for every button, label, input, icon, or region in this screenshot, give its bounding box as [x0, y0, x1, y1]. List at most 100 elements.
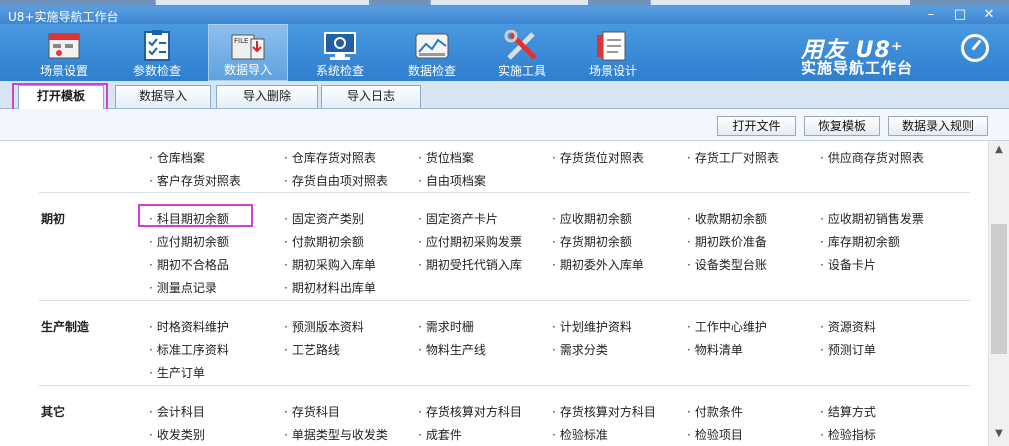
maximize-button[interactable]: □ — [949, 6, 971, 24]
template-item[interactable]: 付款条件 — [687, 403, 743, 420]
toolbar-label: 场景设置 — [39, 64, 88, 78]
template-item[interactable]: 期初材料出库单 — [284, 279, 376, 296]
template-item[interactable]: 期初受托代销入库 — [418, 256, 522, 273]
template-item[interactable]: 预测版本资料 — [284, 318, 364, 335]
template-item[interactable]: 付款期初余额 — [284, 233, 364, 250]
section-manufacturing: 生产制造 时格资料维护 预测版本资料 需求时栅 计划维护资料 工作中心维护 资源… — [39, 301, 970, 386]
template-item[interactable]: 工作中心维护 — [687, 318, 767, 335]
toolbar-label: 参数检查 — [132, 64, 181, 78]
toolbar-system-check[interactable]: 系统检查 — [300, 24, 380, 81]
scene-settings-icon — [48, 33, 80, 59]
template-item[interactable]: 需求时栅 — [418, 318, 474, 335]
window-title: U8+实施导航工作台 — [8, 10, 119, 24]
template-item[interactable]: 检验项目 — [687, 426, 743, 443]
template-item[interactable]: 测量点记录 — [149, 279, 217, 296]
data-check-icon — [415, 33, 449, 59]
template-item[interactable]: 成套件 — [418, 426, 462, 443]
template-item[interactable]: 设备类型台账 — [687, 256, 767, 273]
template-item[interactable]: 会计科目 — [149, 403, 205, 420]
template-item[interactable]: 应收期初销售发票 — [820, 210, 924, 227]
category-label: 生产制造 — [41, 320, 90, 334]
section-other: 其它 会计科目 存货科目 存货核算对方科目 存货核算对方科目 付款条件 结算方式… — [39, 386, 970, 446]
template-item[interactable]: 物料清单 — [687, 341, 743, 358]
template-item[interactable]: 库存期初余额 — [820, 233, 900, 250]
template-item[interactable]: 期初委外入库单 — [552, 256, 644, 273]
toolbar-label: 数据导入 — [223, 63, 272, 77]
toolbar-tools[interactable]: 实施工具 — [482, 24, 562, 81]
template-item[interactable]: 生产订单 — [149, 364, 205, 381]
toolbar-label: 数据检查 — [407, 64, 456, 78]
template-item[interactable]: 应付期初采购发票 — [418, 233, 522, 250]
template-item[interactable]: 固定资产卡片 — [418, 210, 498, 227]
brand-subtitle: 实施导航工作台 — [801, 59, 914, 77]
svg-text:FILE: FILE — [234, 37, 248, 45]
template-item[interactable]: 存货货位对照表 — [552, 149, 644, 166]
template-item[interactable]: 存货核算对方科目 — [552, 403, 656, 420]
template-item[interactable]: 收款期初余额 — [687, 210, 767, 227]
template-item[interactable]: 检验指标 — [820, 426, 876, 443]
template-item[interactable]: 货位档案 — [418, 149, 474, 166]
template-item[interactable]: 固定资产类别 — [284, 210, 364, 227]
template-item[interactable]: 工艺路线 — [284, 341, 340, 358]
minimize-button[interactable]: – — [920, 6, 942, 24]
address-field-segment — [430, 0, 588, 5]
template-item[interactable]: 存货核算对方科目 — [418, 403, 522, 420]
title-bar: U8+实施导航工作台 – □ ✕ — [0, 6, 1009, 24]
template-item[interactable]: 检验标准 — [552, 426, 608, 443]
data-import-icon: FILE — [231, 34, 265, 60]
action-bar: 打开文件 恢复模板 数据录入规则 — [0, 109, 1009, 141]
toolbar-label: 系统检查 — [315, 64, 364, 78]
template-item[interactable]: 需求分类 — [552, 341, 608, 358]
brand-logo: 用友 U8⁺ 实施导航工作台 — [801, 32, 989, 77]
template-item[interactable]: 单据类型与收发类 — [284, 426, 388, 443]
address-field-segment — [155, 0, 369, 5]
toolbar-scene-settings[interactable]: 场景设置 — [24, 24, 104, 81]
template-item[interactable]: 时格资料维护 — [149, 318, 229, 335]
vertical-scrollbar[interactable]: ▲ ▼ — [988, 141, 1009, 446]
template-item[interactable]: 应收期初余额 — [552, 210, 632, 227]
section-archives: 仓库档案 仓库存货对照表 货位档案 存货货位对照表 存货工厂对照表 供应商存货对… — [39, 141, 970, 193]
template-item[interactable]: 期初采购入库单 — [284, 256, 376, 273]
scroll-down-arrow-icon[interactable]: ▼ — [989, 428, 1009, 444]
template-item[interactable]: 存货工厂对照表 — [687, 149, 779, 166]
template-item[interactable]: 自由项档案 — [418, 172, 486, 189]
toolbar-label: 场景设计 — [588, 64, 637, 78]
toolbar-data-check[interactable]: 数据检查 — [392, 24, 472, 81]
template-item[interactable]: 仓库档案 — [149, 149, 205, 166]
template-item[interactable]: 存货期初余额 — [552, 233, 632, 250]
main-toolbar: 场景设置 参数检查 FILE 数据导入 系统检查 数据检查 实施工具 场景设计 … — [0, 24, 1009, 81]
restore-template-button[interactable]: 恢复模板 — [804, 116, 880, 136]
template-item[interactable]: 预测订单 — [820, 341, 876, 358]
tab-import-log[interactable]: 导入日志 — [321, 85, 421, 108]
template-item[interactable]: 结算方式 — [820, 403, 876, 420]
tab-data-import[interactable]: 数据导入 — [115, 85, 211, 108]
template-item[interactable]: 存货自由项对照表 — [284, 172, 388, 189]
template-item[interactable]: 标准工序资料 — [149, 341, 229, 358]
template-item[interactable]: 期初跌价准备 — [687, 233, 767, 250]
template-item[interactable]: 供应商存货对照表 — [820, 149, 924, 166]
template-item[interactable]: 仓库存货对照表 — [284, 149, 376, 166]
template-item[interactable]: 应付期初余额 — [149, 233, 229, 250]
open-file-button[interactable]: 打开文件 — [717, 116, 796, 136]
template-list: 仓库档案 仓库存货对照表 货位档案 存货货位对照表 存货工厂对照表 供应商存货对… — [0, 141, 988, 446]
toolbar-scene-design[interactable]: 场景设计 — [573, 24, 653, 81]
template-item[interactable]: 物料生产线 — [418, 341, 486, 358]
template-item[interactable]: 存货科目 — [284, 403, 340, 420]
template-item[interactable]: 期初不合格品 — [149, 256, 229, 273]
template-item[interactable]: 资源资料 — [820, 318, 876, 335]
close-button[interactable]: ✕ — [978, 6, 1000, 24]
category-label: 期初 — [41, 212, 66, 226]
template-item[interactable]: 客户存货对照表 — [149, 172, 241, 189]
scroll-thumb[interactable] — [991, 224, 1007, 354]
template-item[interactable]: 计划维护资料 — [552, 318, 632, 335]
highlight-box — [12, 83, 108, 111]
system-check-icon — [324, 32, 356, 60]
toolbar-data-import[interactable]: FILE 数据导入 — [208, 24, 288, 81]
entry-rules-button[interactable]: 数据录入规则 — [888, 116, 988, 136]
scene-design-icon — [597, 31, 626, 61]
scroll-up-arrow-icon[interactable]: ▲ — [989, 144, 1009, 160]
toolbar-parameter-check[interactable]: 参数检查 — [117, 24, 197, 81]
template-item[interactable]: 设备卡片 — [820, 256, 876, 273]
tab-import-delete[interactable]: 导入删除 — [216, 85, 318, 108]
template-item[interactable]: 收发类别 — [149, 426, 205, 443]
